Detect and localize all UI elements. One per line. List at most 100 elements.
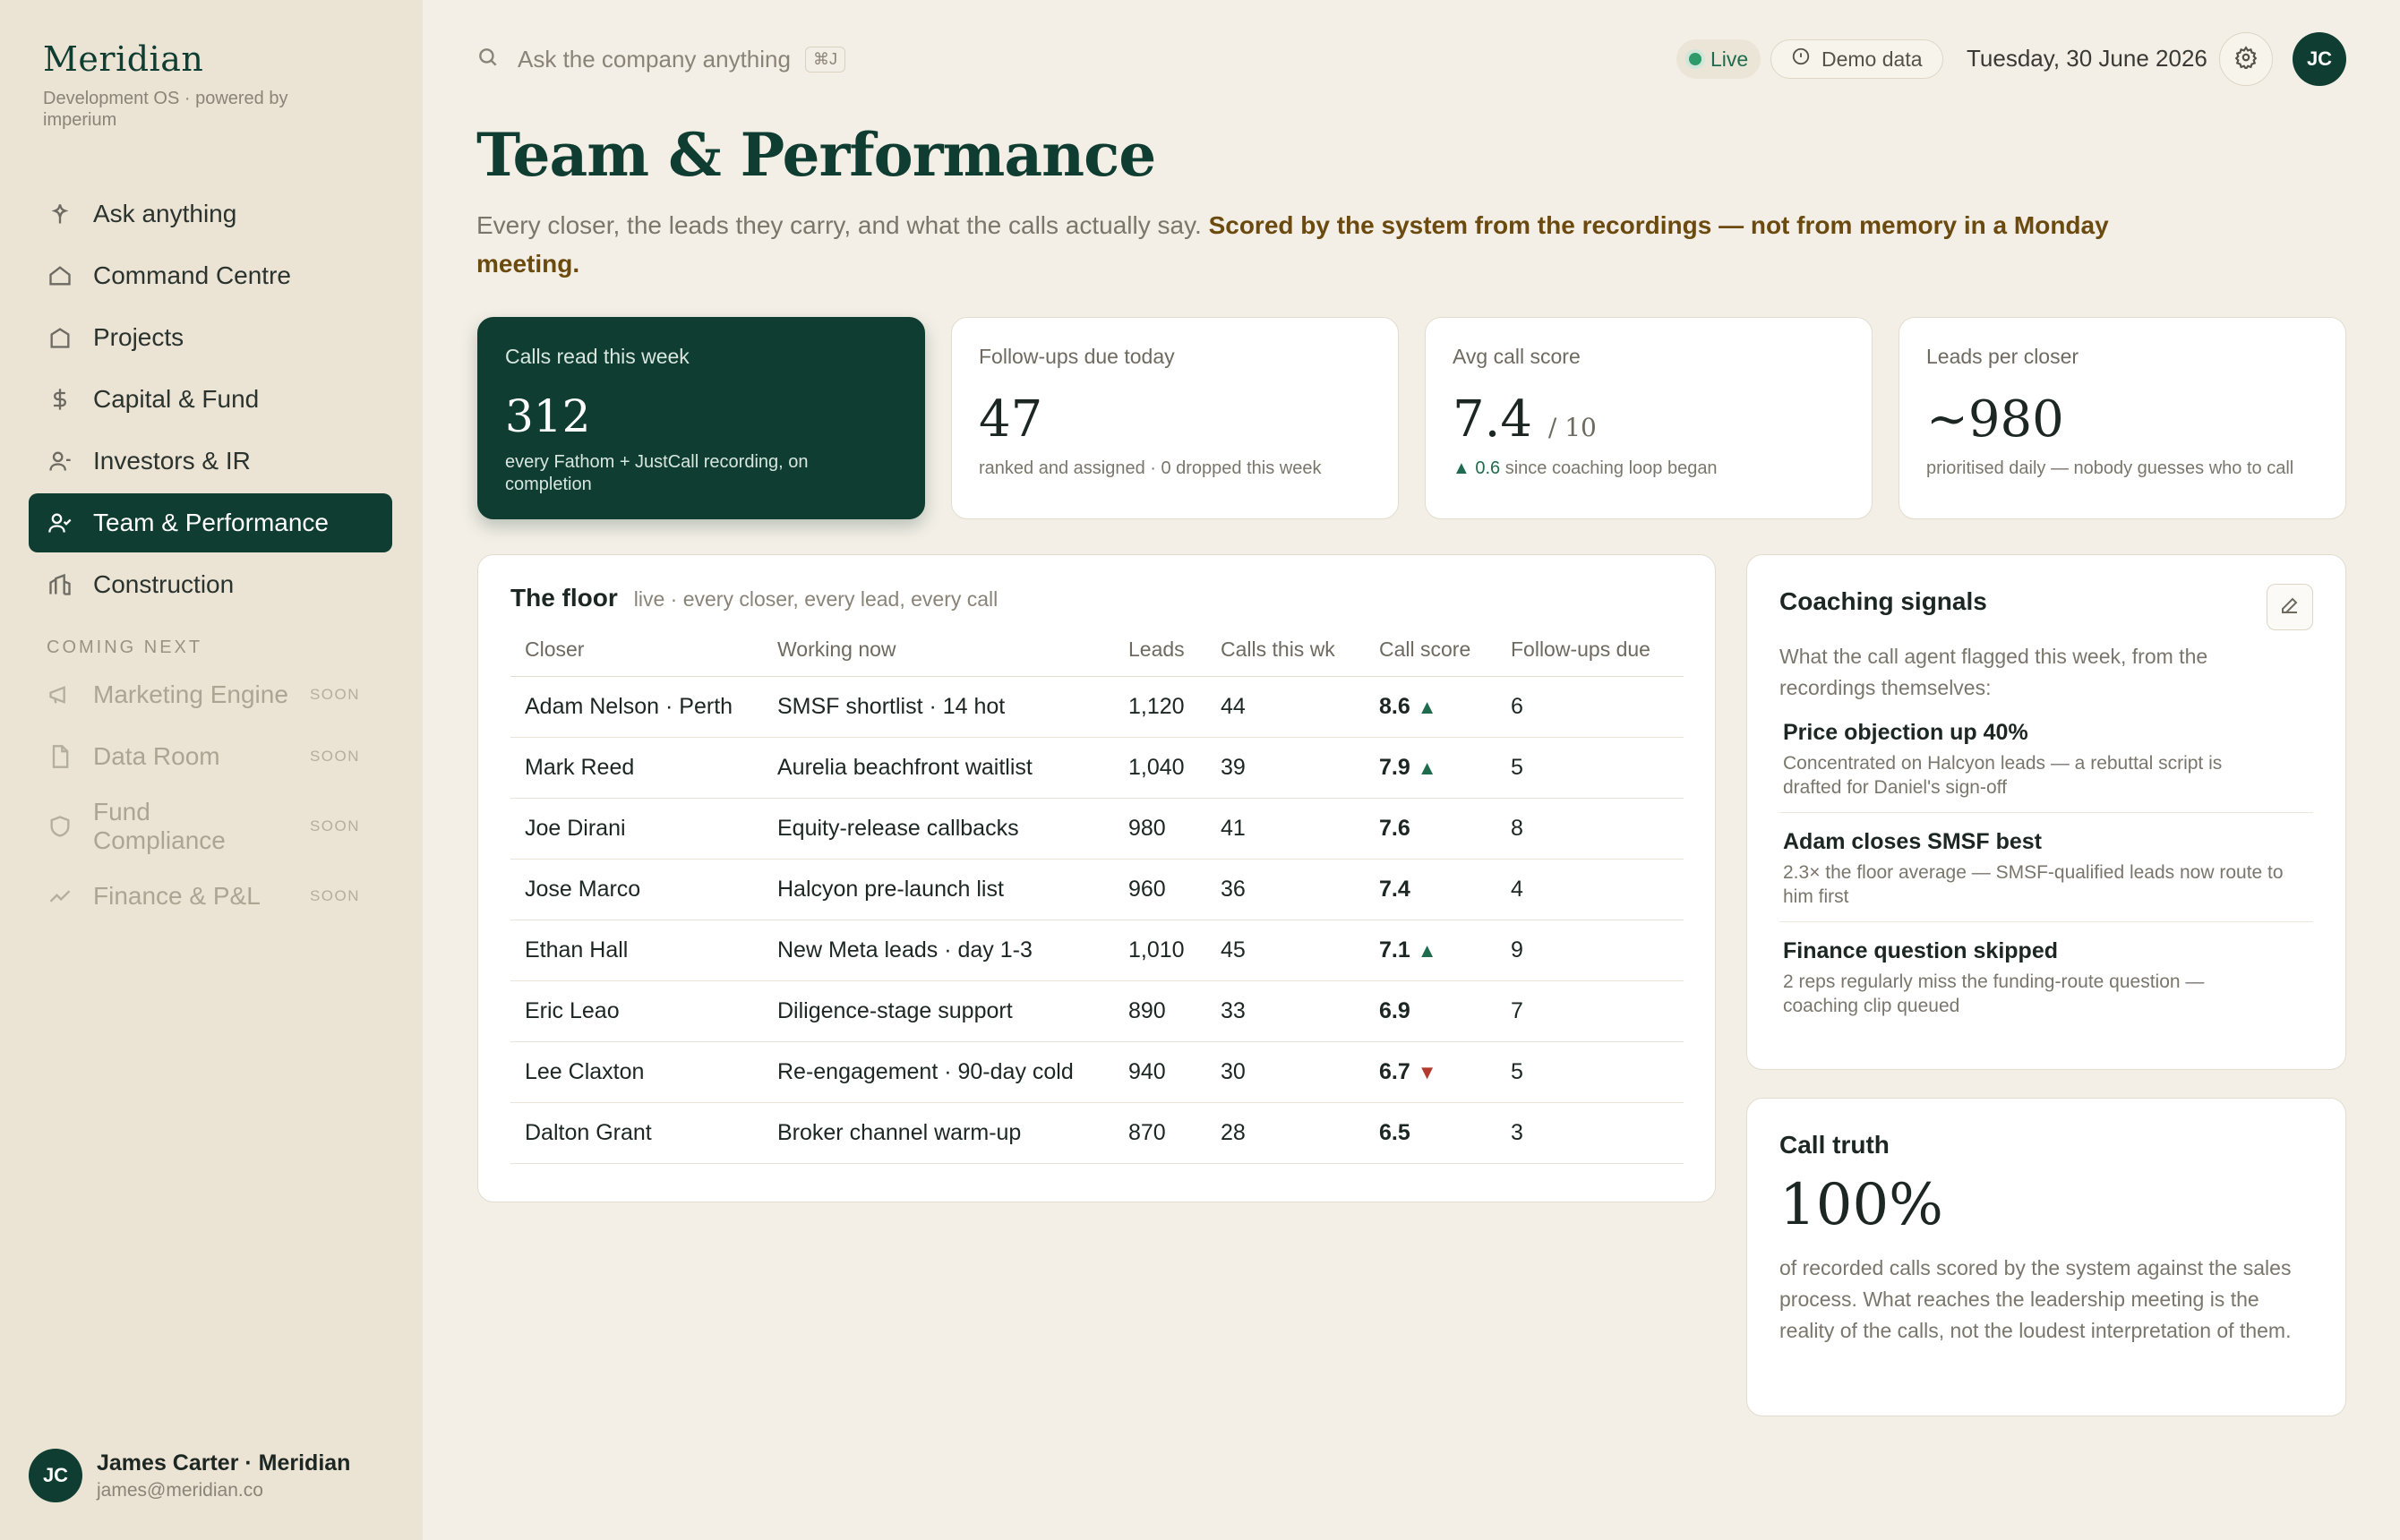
- settings-button[interactable]: [2219, 32, 2273, 86]
- stat-value: 312: [505, 390, 591, 442]
- stat-card-follow-ups[interactable]: Follow-ups due today 47 ranked and assig…: [951, 317, 1399, 519]
- stat-note-text: since coaching loop began: [1500, 458, 1718, 478]
- stat-note: ranked and assigned · 0 dropped this wee…: [979, 458, 1322, 478]
- cell-calls: 30: [1206, 1041, 1365, 1103]
- table-row[interactable]: Dalton Grant Broker channel warm-up 870 28 6…: [510, 1102, 1684, 1164]
- table-row[interactable]: Ethan Hall New Meta leads · day 1-3 1,010 4…: [510, 920, 1684, 981]
- column-header-call-score[interactable]: Call score: [1365, 637, 1496, 677]
- keyboard-shortcut: ⌘J: [804, 46, 845, 73]
- cell-closer: Mark Reed: [510, 737, 763, 799]
- score-value: 7.9: [1379, 755, 1410, 780]
- sidebar-item-ask-anything[interactable]: Ask anything: [29, 184, 392, 244]
- score-value: 6.9: [1379, 998, 1410, 1023]
- sidebar-item-label: Finance & P&L: [93, 882, 261, 910]
- table-row[interactable]: Adam Nelson · Perth SMSF shortlist · 14 h…: [510, 676, 1684, 738]
- cell-closer: Ethan Hall: [510, 920, 763, 981]
- sidebar-nav: Ask anything Command Centre Projects Cap…: [29, 184, 392, 928]
- user-profile[interactable]: JC James Carter · Meridian james@meridia…: [29, 1449, 350, 1502]
- sidebar-item-command-centre[interactable]: Command Centre: [29, 246, 392, 305]
- brand-name[interactable]: Meridian: [43, 39, 347, 79]
- stat-scale: / 10: [1547, 413, 1597, 442]
- sidebar-item-team-performance[interactable]: Team & Performance: [29, 493, 392, 552]
- cell-calls: 36: [1206, 859, 1365, 920]
- table-row[interactable]: Lee Claxton Re-engagement · 90-day cold 94…: [510, 1041, 1684, 1103]
- coaching-title: Coaching signals: [1779, 587, 1987, 615]
- column-header-closer[interactable]: Closer: [510, 637, 763, 677]
- page-subtitle-plain: Every closer, the leads they carry, and …: [476, 211, 1209, 239]
- cell-working-now: SMSF shortlist · 14 hot: [763, 676, 1114, 738]
- column-header-leads[interactable]: Leads: [1114, 637, 1206, 677]
- sidebar: Meridian Development OS · powered by imp…: [0, 0, 423, 1540]
- cell-closer: Lee Claxton: [510, 1041, 763, 1103]
- sidebar-item-label: Data Room: [93, 742, 220, 770]
- edit-button[interactable]: [2267, 584, 2313, 630]
- sidebar-item-label: Investors & IR: [93, 447, 251, 475]
- call-truth-card: Call truth 100% of recorded calls scored…: [1746, 1098, 2346, 1416]
- cell-leads: 1,040: [1114, 737, 1206, 799]
- stat-label: Calls read this week: [505, 345, 690, 368]
- trend-up-icon: ▲: [1417, 757, 1437, 779]
- cell-follow-ups: 9: [1496, 920, 1684, 981]
- cell-closer: Adam Nelson · Perth: [510, 676, 763, 738]
- floor-title: The floor: [510, 584, 618, 612]
- cell-calls: 44: [1206, 676, 1365, 738]
- coaching-signal[interactable]: Price objection up 40% Concentrated on H…: [1779, 720, 2313, 813]
- sidebar-item-label: Command Centre: [93, 261, 291, 289]
- team-icon: [47, 509, 73, 536]
- cell-leads: 960: [1114, 859, 1206, 920]
- signal-body: 2 reps regularly miss the funding-route …: [1783, 971, 2205, 1016]
- soon-badge: SOON: [309, 817, 360, 834]
- stat-card-leads-per-closer[interactable]: Leads per closer ~980 prioritised daily …: [1899, 317, 2346, 519]
- column-header-working-now[interactable]: Working now: [763, 637, 1114, 677]
- cell-call-score: 7.9 ▲: [1365, 737, 1496, 799]
- call-truth-title: Call truth: [1779, 1131, 1890, 1159]
- table-row[interactable]: Joe Dirani Equity-release callbacks 980 41 7…: [510, 798, 1684, 860]
- stat-delta: ▲ 0.6: [1453, 458, 1501, 478]
- sidebar-item-marketing-engine[interactable]: Marketing Engine SOON: [29, 665, 392, 724]
- sidebar-item-investors-ir[interactable]: Investors & IR: [29, 432, 392, 491]
- table-row[interactable]: Mark Reed Aurelia beachfront waitlist 1,04…: [510, 737, 1684, 799]
- stat-value: 47: [979, 390, 1043, 449]
- trend-up-icon: ▲: [1417, 939, 1437, 962]
- sidebar-item-finance-pl[interactable]: Finance & P&L SOON: [29, 867, 392, 926]
- live-dot-icon: [1689, 53, 1701, 65]
- cell-call-score: 6.7 ▼: [1365, 1041, 1496, 1103]
- sparkle-icon: [47, 201, 73, 227]
- investors-icon: [47, 448, 73, 475]
- sidebar-item-capital-fund[interactable]: Capital & Fund: [29, 370, 392, 429]
- cell-closer: Joe Dirani: [510, 798, 763, 860]
- sidebar-item-label: Team & Performance: [93, 509, 329, 536]
- coaching-signal[interactable]: Finance question skipped 2 reps regularl…: [1779, 938, 2313, 1031]
- sidebar-item-fund-compliance[interactable]: Fund Compliance SOON: [29, 789, 392, 864]
- live-status: Live: [1676, 39, 1761, 79]
- floor-header: The floor live · every closer, every lea…: [510, 584, 1683, 612]
- demo-data-button[interactable]: Demo data: [1770, 39, 1943, 79]
- sidebar-item-data-room[interactable]: Data Room SOON: [29, 727, 392, 786]
- cell-closer: Dalton Grant: [510, 1102, 763, 1164]
- cell-working-now: Re-engagement · 90-day cold: [763, 1041, 1114, 1103]
- cell-follow-ups: 5: [1496, 737, 1684, 799]
- score-value: 7.4: [1379, 877, 1410, 902]
- table-row[interactable]: Eric Leao Diligence-stage support 890 33 6.9…: [510, 980, 1684, 1042]
- coaching-intro: What the call agent flagged this week, f…: [1779, 645, 2208, 699]
- coaching-signal[interactable]: Adam closes SMSF best 2.3× the floor ave…: [1779, 829, 2313, 922]
- page-subtitle: Every closer, the leads they carry, and …: [476, 206, 2160, 283]
- user-name: James Carter · Meridian: [97, 1450, 351, 1476]
- trend-down-icon: ▼: [1417, 1061, 1437, 1083]
- column-header-calls[interactable]: Calls this wk: [1206, 637, 1365, 677]
- stat-card-avg-call-score[interactable]: Avg call score 7.4 / 10 ▲ 0.6 since coac…: [1425, 317, 1873, 519]
- sidebar-item-projects[interactable]: Projects: [29, 308, 392, 367]
- home-icon: [47, 262, 73, 289]
- sidebar-item-construction[interactable]: Construction: [29, 555, 392, 614]
- stat-card-calls-read[interactable]: Calls read this week 312 every Fathom + …: [477, 317, 925, 519]
- sidebar-item-label: Marketing Engine: [93, 680, 288, 708]
- trend-up-icon: ▲: [1417, 696, 1437, 718]
- avatar[interactable]: JC: [2293, 32, 2346, 86]
- table-row[interactable]: Jose Marco Halcyon pre-launch list 960 36 7.…: [510, 859, 1684, 920]
- cell-calls: 41: [1206, 798, 1365, 860]
- signal-title: Price objection up 40%: [1783, 720, 2028, 745]
- column-header-follow-ups[interactable]: Follow-ups due: [1496, 637, 1684, 677]
- construction-icon: [47, 571, 73, 598]
- cell-call-score: 6.5: [1365, 1102, 1496, 1164]
- search-input[interactable]: Ask the company anything ⌘J: [476, 32, 845, 86]
